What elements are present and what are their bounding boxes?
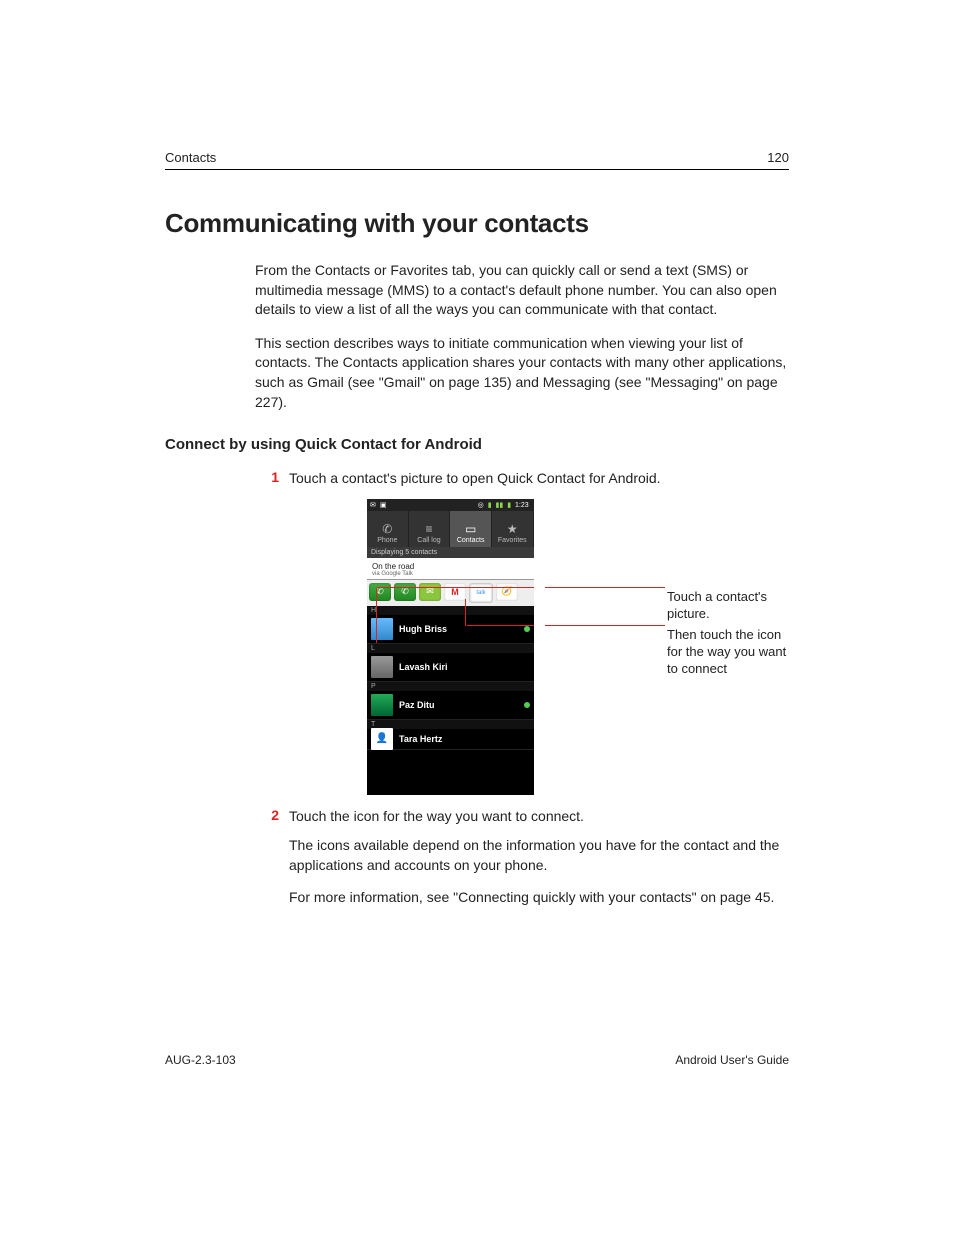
annotation-line [545,625,665,626]
status-bar: ✉ ▣ ◎ ▮ ▮▮ ▮ 1:23 [367,499,534,511]
tab-favorites[interactable]: ★ Favorites [492,511,534,547]
subheading: Connect by using Quick Contact for Andro… [165,436,789,453]
status-clock: 1:23 [515,502,529,509]
contact-name: Lavash Kiri [399,662,530,672]
contact-name: Paz Ditu [399,700,524,710]
contacts-icon: ▭ [450,521,491,537]
presence-dot [524,626,530,632]
step-subtext: The icons available depend on the inform… [289,836,789,875]
contact-row[interactable]: Paz Ditu [367,691,534,720]
phone-screenshot: ✉ ▣ ◎ ▮ ▮▮ ▮ 1:23 ✆ Phone [367,499,534,795]
call-icon[interactable]: ✆ [394,583,416,601]
step-text: Touch a contact's picture to open Quick … [289,469,789,489]
index-letter: H [367,606,534,615]
list-icon: ≡ [409,521,450,537]
annotation-line [376,588,377,643]
page-header: Contacts 120 [165,150,789,170]
status-subtext: via Google Talk [372,571,529,577]
presence-dot [524,702,530,708]
avatar[interactable] [371,694,393,716]
tab-contacts[interactable]: ▭ Contacts [450,511,492,547]
footer-doc-id: AUG-2.3-103 [165,1053,236,1067]
annotation-line [377,587,534,588]
star-icon: ★ [492,521,533,537]
notif-icon: ▣ [380,502,387,509]
step-subtext: For more information, see "Connecting qu… [289,888,789,908]
signal-icon: ▮▮ [496,502,504,509]
index-letter: P [367,682,534,691]
annotation-line [467,625,534,626]
header-section: Contacts [165,150,216,165]
intro-block: From the Contacts or Favorites tab, you … [255,261,789,412]
data-icon: ▮ [488,502,492,509]
tab-bar: ✆ Phone ≡ Call log ▭ Contacts ★ Favorite… [367,511,534,547]
status-text: On the road [372,562,529,571]
figure: ✉ ▣ ◎ ▮ ▮▮ ▮ 1:23 ✆ Phone [367,499,789,795]
sms-icon[interactable]: ✉ [419,583,441,601]
intro-paragraph-2: This section describes ways to initiate … [255,334,789,412]
annotation-line [545,587,665,588]
avatar[interactable] [371,618,393,640]
tab-calllog[interactable]: ≡ Call log [409,511,451,547]
call-icon[interactable]: ✆ [369,583,391,601]
quick-contact-bar: ✆ ✆ ✉ M talk 🧭 [367,580,534,606]
tab-phone[interactable]: ✆ Phone [367,511,409,547]
avatar[interactable]: 👤 [371,728,393,750]
gps-icon: ◎ [478,502,484,509]
contact-name: Tara Hertz [399,734,530,744]
talk-icon[interactable]: talk [469,583,493,603]
step-text: Touch the icon for the way you want to c… [289,807,789,827]
intro-paragraph-1: From the Contacts or Favorites tab, you … [255,261,789,320]
callout-2: Then touch the icon for the way you want… [667,627,789,678]
avatar[interactable] [371,656,393,678]
step-2: 2 Touch the icon for the way you want to… [255,807,789,827]
step-number: 1 [255,469,289,489]
maps-icon[interactable]: 🧭 [496,583,518,601]
step-number: 2 [255,807,289,827]
contact-row[interactable]: 👤 Tara Hertz [367,729,534,750]
gmail-icon[interactable]: M [444,583,466,601]
page-footer: AUG-2.3-103 Android User's Guide [165,1053,789,1067]
display-count: Displaying 5 contacts [367,547,534,558]
contact-row[interactable]: Lavash Kiri [367,653,534,682]
index-letter: L [367,644,534,653]
quick-contact-status: On the road via Google Talk [367,558,534,580]
callout-1: Touch a contact's picture. [667,589,789,623]
phone-icon: ✆ [367,521,408,537]
contact-row[interactable]: Hugh Briss [367,615,534,644]
notif-icon: ✉ [370,502,376,509]
battery-icon: ▮ [507,502,511,509]
page-title: Communicating with your contacts [165,208,789,239]
header-page-number: 120 [767,150,789,165]
annotation-line [465,599,466,626]
footer-doc-title: Android User's Guide [675,1053,789,1067]
step-1: 1 Touch a contact's picture to open Quic… [255,469,789,489]
